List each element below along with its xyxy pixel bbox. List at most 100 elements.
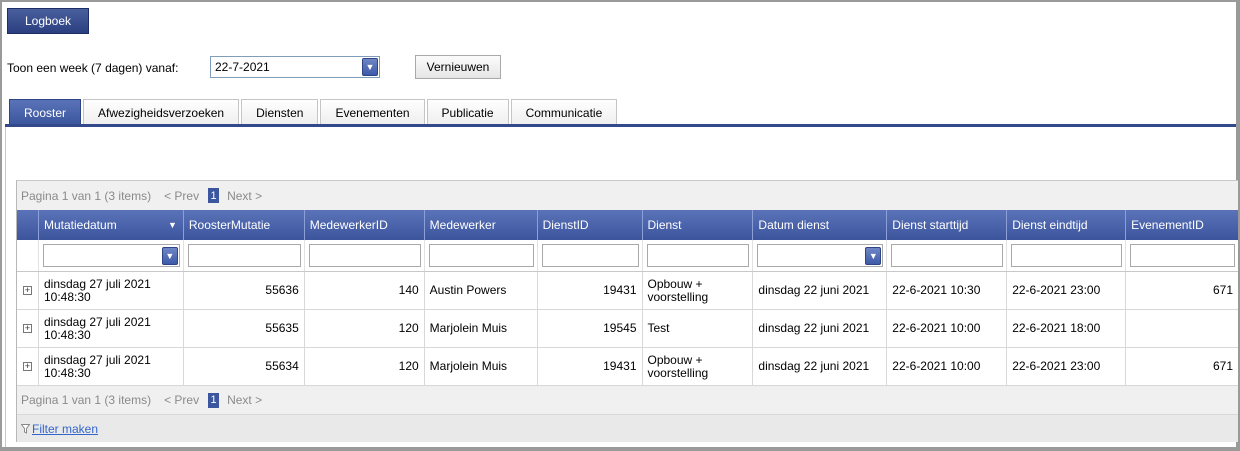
filter-roostermutatie-input[interactable] (187, 244, 301, 267)
filter-evenementid-input[interactable] (1130, 244, 1236, 267)
filter-eindtijd-input[interactable] (1011, 244, 1123, 267)
header-medewerker[interactable]: Medewerker (425, 210, 538, 240)
cell-text: dinsdag 27 juli 2021 (43, 276, 151, 291)
cell-text: Opbouw + (647, 352, 703, 367)
filter-dienst-input[interactable] (646, 244, 750, 267)
filter-cell (305, 240, 425, 271)
cell-dienst: Test (643, 310, 754, 347)
window-frame-bottom (0, 447, 1240, 451)
pager-info: Pagina 1 van 1 (3 items) (21, 188, 152, 203)
table-row: + dinsdag 27 juli 2021 10:48:30 55635 12… (17, 310, 1238, 348)
cell-dienstid: 19545 (538, 310, 643, 347)
cell-dienstid: 19431 (538, 348, 643, 385)
tab-underline (5, 124, 1236, 127)
header-dienstid[interactable]: DienstID (538, 210, 643, 240)
header-roostermutatie[interactable]: RoosterMutatie (184, 210, 305, 240)
filter-bar: Filter maken (17, 415, 1238, 442)
cell-starttijd: 22-6-2021 10:00 (887, 348, 1008, 385)
filter-cell (887, 240, 1008, 271)
tab-diensten[interactable]: Diensten (241, 99, 319, 125)
logboek-button[interactable]: Logboek (7, 8, 89, 34)
pager-next-link[interactable]: Next > (227, 189, 262, 203)
cell-medewerker: Austin Powers (425, 272, 538, 309)
table-row: + dinsdag 27 juli 2021 10:48:30 55636 14… (17, 272, 1238, 310)
filter-maken-link[interactable]: Filter maken (32, 422, 98, 436)
cell-text: dinsdag 27 juli 2021 (43, 314, 151, 329)
cell-text: Opbouw + (647, 276, 703, 291)
filter-cell: ▼ (39, 240, 184, 271)
header-evenementid[interactable]: EvenementID (1126, 210, 1238, 240)
cell-starttijd: 22-6-2021 10:00 (887, 310, 1008, 347)
header-dienst-eindtijd[interactable]: Dienst eindtijd (1007, 210, 1127, 240)
grid-filter-row: ▼ ▼ (17, 240, 1238, 272)
cell-roostermutatie: 55634 (184, 348, 305, 385)
chevron-down-icon[interactable]: ▼ (161, 246, 178, 265)
cell-datum-dienst: dinsdag 22 juni 2021 (753, 310, 888, 347)
panel-border (5, 127, 6, 447)
sort-descending-icon[interactable]: ▼ (168, 220, 177, 230)
expand-plus-icon[interactable]: + (22, 362, 32, 371)
chevron-down-icon[interactable]: ▼ (865, 246, 882, 265)
header-dienst[interactable]: Dienst (643, 210, 754, 240)
cell-roostermutatie: 55635 (184, 310, 305, 347)
cell-evenementid: 671 (1212, 359, 1234, 373)
chevron-down-icon[interactable]: ▼ (362, 58, 378, 76)
filter-cell (1007, 240, 1127, 271)
pager-prev-link[interactable]: < Prev (164, 189, 199, 203)
window-frame-top (0, 0, 1240, 2)
filter-cell (538, 240, 643, 271)
expand-cell[interactable]: + (17, 272, 39, 309)
tab-communicatie[interactable]: Communicatie (510, 99, 618, 125)
tab-publicatie[interactable]: Publicatie (426, 99, 509, 125)
cell-medewerker: Marjolein Muis (425, 310, 538, 347)
header-label: Mutatiedatum (43, 218, 117, 232)
cell-dienstid: 19431 (538, 272, 643, 309)
pager-bottom: Pagina 1 van 1 (3 items) < Prev 1 Next > (17, 386, 1238, 415)
grid-header-row: Mutatiedatum ▼ RoosterMutatie Medewerker… (17, 210, 1238, 240)
pager-prev-link[interactable]: < Prev (164, 393, 199, 407)
expand-plus-icon[interactable]: + (22, 286, 32, 295)
tab-bar: Rooster Afwezigheidsverzoeken Diensten E… (9, 99, 619, 125)
cell-evenementid (1126, 310, 1238, 347)
cell-datum-dienst: dinsdag 22 juni 2021 (753, 272, 888, 309)
tab-rooster[interactable]: Rooster (9, 99, 82, 125)
cell-eindtijd: 22-6-2021 18:00 (1007, 310, 1127, 347)
expand-cell[interactable]: + (17, 348, 39, 385)
cell-text: voorstelling (647, 365, 709, 380)
cell-evenementid: 671 (1212, 283, 1234, 297)
filter-cell (1126, 240, 1238, 271)
filter-cell: ▼ (753, 240, 888, 271)
expand-cell[interactable]: + (17, 310, 39, 347)
table-row: + dinsdag 27 juli 2021 10:48:30 55634 12… (17, 348, 1238, 386)
tab-afwezigheidsverzoeken[interactable]: Afwezigheidsverzoeken (83, 99, 240, 125)
pager-page-1[interactable]: 1 (208, 188, 220, 203)
filter-cell (425, 240, 538, 271)
header-dienst-starttijd[interactable]: Dienst starttijd (887, 210, 1008, 240)
filter-cell (184, 240, 305, 271)
filter-medewerkerid-input[interactable] (308, 244, 421, 267)
filter-mutatiedatum-select[interactable]: ▼ (42, 244, 180, 267)
cell-text: 10:48:30 (43, 365, 91, 380)
tab-evenementen[interactable]: Evenementen (320, 99, 425, 125)
week-start-date-select[interactable]: 22-7-2021 ▼ (210, 56, 380, 78)
pager-top: Pagina 1 van 1 (3 items) < Prev 1 Next > (17, 181, 1238, 210)
filter-starttijd-input[interactable] (891, 244, 1004, 267)
cell-mutatiedatum: dinsdag 27 juli 2021 10:48:30 (39, 272, 184, 309)
filter-dienstid-input[interactable] (541, 244, 639, 267)
header-expand-spacer (17, 210, 39, 240)
filter-medewerker-input[interactable] (428, 244, 534, 267)
filter-datum-dienst-select[interactable]: ▼ (757, 244, 884, 267)
pager-next-link[interactable]: Next > (227, 393, 262, 407)
cell-medewerker: Marjolein Muis (425, 348, 538, 385)
filter-cell (643, 240, 754, 271)
cell-mutatiedatum: dinsdag 27 juli 2021 10:48:30 (39, 310, 184, 347)
week-start-date-value: 22-7-2021 (215, 60, 270, 74)
refresh-button[interactable]: Vernieuwen (415, 55, 501, 79)
cell-starttijd: 22-6-2021 10:30 (887, 272, 1008, 309)
header-datum-dienst[interactable]: Datum dienst (753, 210, 888, 240)
expand-plus-icon[interactable]: + (22, 324, 32, 333)
pager-info: Pagina 1 van 1 (3 items) (21, 393, 152, 407)
header-mutatiedatum[interactable]: Mutatiedatum ▼ (39, 210, 184, 240)
pager-page-1[interactable]: 1 (208, 392, 220, 408)
header-medewerkerid[interactable]: MedewerkerID (305, 210, 425, 240)
